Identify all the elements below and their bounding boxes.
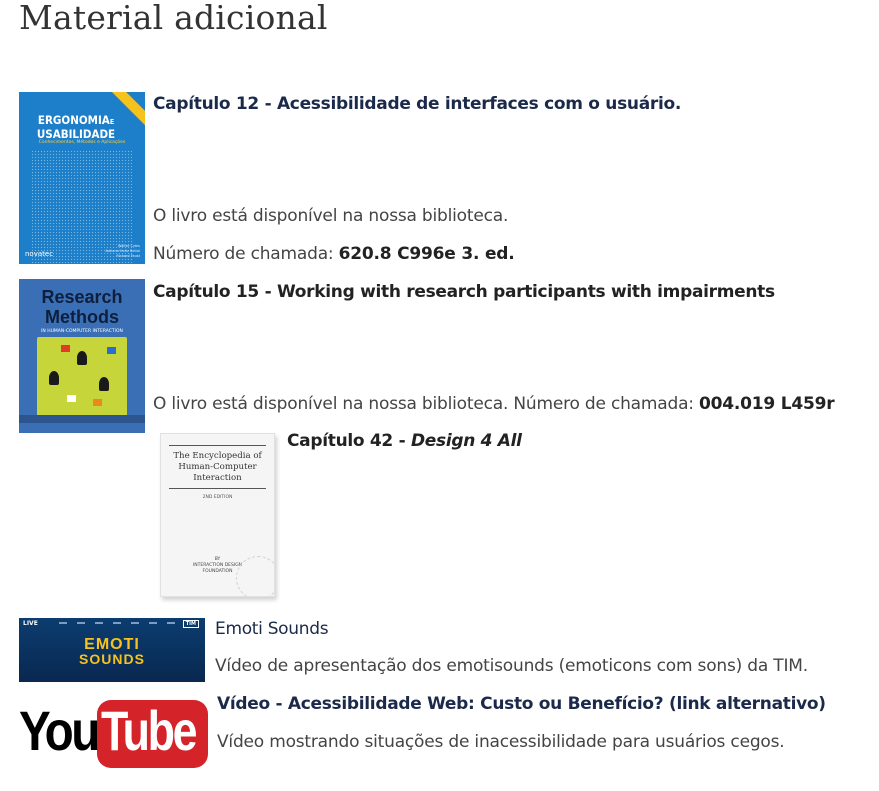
call-number-value: 004.019 L459r [699, 394, 835, 414]
banner-title-line2: SOUNDS [79, 651, 145, 667]
availability-text: O livro está disponível na nossa bibliot… [153, 394, 835, 414]
cover-illustration [37, 337, 127, 417]
cover-title: Research Methods [41, 287, 123, 327]
chapter-42-heading: Capítulo 42 - Design 4 All [287, 431, 522, 451]
tree-icon [236, 556, 274, 596]
live-logo: LIVE [23, 620, 38, 627]
youtube-you-text: You [19, 699, 100, 762]
page-title: Material adicional [19, 0, 328, 37]
chapter-12-link[interactable]: Capítulo 12 - Acessibilidade de interfac… [153, 94, 681, 114]
cover-authors-bar [19, 415, 145, 423]
design-4-all-link[interactable]: Design 4 All [411, 431, 522, 451]
availability-text: O livro está disponível na nossa bibliot… [153, 206, 509, 226]
acessibilidade-video-description: Vídeo mostrando situações de inacessibil… [217, 732, 785, 752]
call-number-value: 620.8 C996e 3. ed. [338, 244, 515, 264]
youtube-tube-text: Tube [101, 699, 197, 762]
tim-logo: TIM [182, 620, 199, 628]
encyclopedia-book-cover[interactable]: The Encyclopedia of Human-Computer Inter… [160, 433, 275, 597]
cover-edition: 2ND EDITION [202, 495, 233, 500]
emoti-sounds-link[interactable]: Emoti Sounds [215, 619, 329, 639]
cover-publisher: novatec [25, 250, 54, 258]
youtube-logo[interactable]: You Tube [19, 698, 209, 768]
chapter-15-link[interactable]: Capítulo 15 - Working with research part… [153, 282, 775, 302]
cover-subtitle: IN HUMAN-COMPUTER INTERACTION [41, 329, 123, 334]
ergonomia-book-cover[interactable]: ERGONOMIAE USABILIDADE Conhecimentos, Mé… [19, 92, 145, 264]
cover-subtitle: Conhecimentos, Métodos e Aplicações [38, 140, 126, 145]
banner-nav [59, 622, 177, 624]
cover-authors: Walter Cybis Adriana Holtz Betiol Richar… [105, 244, 140, 258]
call-number-text: Número de chamada: 620.8 C996e 3. ed. [153, 244, 515, 264]
cover-title: The Encyclopedia of Human-Computer Inter… [173, 451, 262, 483]
acessibilidade-video-link[interactable]: Vídeo - Acessibilidade Web: Custo ou Ben… [217, 694, 826, 714]
emoti-sounds-description: Vídeo de apresentação dos emotisounds (e… [215, 656, 808, 676]
emoti-sounds-banner[interactable]: LIVE TIM EMOTI SOUNDS [19, 618, 205, 682]
research-methods-book-cover[interactable]: Research Methods IN HUMAN-COMPUTER INTERA… [19, 279, 145, 433]
cover-title: ERGONOMIAE USABILIDADE [36, 113, 116, 141]
